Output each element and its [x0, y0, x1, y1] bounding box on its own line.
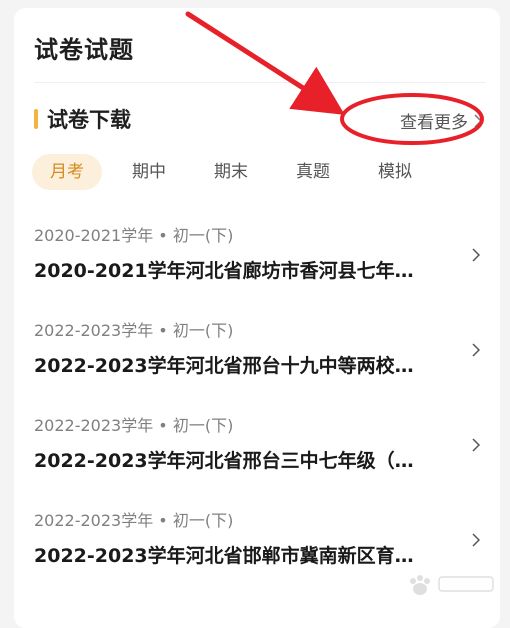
- list-item[interactable]: 2020-2021学年 • 初一(下) 2020-2021学年河北省廊坊市香河县…: [14, 210, 500, 305]
- chevron-right-icon: [472, 248, 480, 262]
- watermark-logo: [410, 575, 494, 595]
- chevron-right-icon: [472, 438, 480, 452]
- item-title: 2022-2023学年河北省邢台十九中等两校…: [34, 355, 414, 377]
- divider: [34, 82, 486, 83]
- tab-midterm[interactable]: 期中: [114, 154, 184, 190]
- chevron-right-icon: [474, 113, 482, 128]
- item-title: 2022-2023学年河北省邢台三中七年级（…: [34, 450, 414, 472]
- exam-list: 2020-2021学年 • 初一(下) 2020-2021学年河北省廊坊市香河县…: [14, 210, 500, 590]
- tab-final[interactable]: 期末: [196, 154, 266, 190]
- tab-real-exam[interactable]: 真题: [278, 154, 348, 190]
- list-item[interactable]: 2022-2023学年 • 初一(下) 2022-2023学年河北省邢台三中七年…: [14, 400, 500, 495]
- item-meta: 2022-2023学年 • 初一(下): [34, 511, 234, 530]
- tab-mock[interactable]: 模拟: [360, 154, 430, 190]
- item-title: 2020-2021学年河北省廊坊市香河县七年…: [34, 260, 414, 282]
- view-more-link[interactable]: 查看更多: [400, 108, 482, 133]
- chevron-right-icon: [472, 533, 480, 547]
- exam-card: 试卷试题 试卷下载 查看更多 月考 期中 期末 真题 模拟 2020-2021学…: [14, 8, 500, 628]
- section-title: 试卷下载: [47, 108, 131, 132]
- tab-bar: 月考 期中 期末 真题 模拟: [32, 154, 442, 190]
- item-title: 2022-2023学年河北省邯郸市冀南新区育…: [34, 545, 414, 567]
- item-meta: 2022-2023学年 • 初一(下): [34, 321, 234, 340]
- section-header: 试卷下载 查看更多: [32, 104, 486, 134]
- item-meta: 2020-2021学年 • 初一(下): [34, 226, 234, 245]
- tab-monthly[interactable]: 月考: [32, 154, 102, 190]
- item-meta: 2022-2023学年 • 初一(下): [34, 416, 234, 435]
- list-item[interactable]: 2022-2023学年 • 初一(下) 2022-2023学年河北省邢台十九中等…: [14, 305, 500, 400]
- view-more-label: 查看更多: [400, 113, 468, 133]
- chevron-right-icon: [472, 343, 480, 357]
- section-accent-bar: [34, 109, 38, 129]
- page-title: 试卷试题: [34, 36, 134, 64]
